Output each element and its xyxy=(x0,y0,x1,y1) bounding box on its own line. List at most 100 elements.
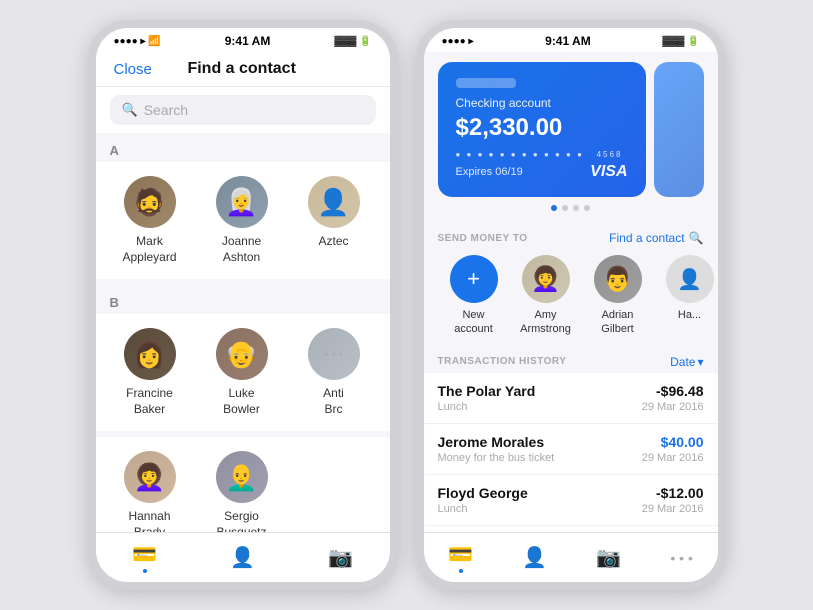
time-left: 9:41 AM xyxy=(225,34,271,48)
more-icon-right: • • • xyxy=(670,550,692,566)
tx-desc-polar: Lunch xyxy=(438,401,468,413)
search-bar-container: 🔍 Search xyxy=(96,87,390,133)
tx-top-row3: Floyd George -$12.00 xyxy=(438,485,704,501)
tx-polar-yard[interactable]: The Polar Yard -$96.48 Lunch 29 Mar 2016 xyxy=(424,373,718,424)
nav-camera-left[interactable]: 📷 xyxy=(316,539,365,576)
avatar-joanne: 👩‍🦳 xyxy=(216,176,268,228)
signal-icons: ●●●● ▸ 📶 xyxy=(114,36,161,47)
recipient-name-amy: AmyArmstrong xyxy=(520,308,571,337)
section-a-grid: 🧔 MarkAppleyard 👩‍🦳 JoanneAshton 👤 Aztec xyxy=(96,162,390,279)
contact-francine-baker[interactable]: 👩 FrancineBaker xyxy=(106,318,194,427)
tx-date-polar: 29 Mar 2016 xyxy=(642,401,704,413)
active-indicator xyxy=(143,569,147,573)
avatar-partial: 👤 xyxy=(666,255,714,303)
search-icon-link: 🔍 xyxy=(689,231,704,245)
page-title: Find a contact xyxy=(187,60,295,78)
checking-card[interactable]: Checking account $2,330.00 ● ● ● ● ● ● ●… xyxy=(438,62,646,197)
new-account-icon: + xyxy=(450,255,498,303)
section-b-grid: 👩 FrancineBaker 👴 LukeBowler ⋯ AntiBrc xyxy=(96,314,390,431)
card-balance: $2,330.00 xyxy=(456,114,628,142)
left-phone: ●●●● ▸ 📶 9:41 AM ▓▓▓ 🔋 Close Find a cont… xyxy=(88,20,398,590)
recipient-partial: 👤 Ha... xyxy=(654,255,718,337)
cards-icon-left: 💳 xyxy=(132,542,157,567)
send-money-header: SEND MONEY TO Find a contact 🔍 xyxy=(424,221,718,251)
avatar-anti: ⋯ xyxy=(308,328,360,380)
tx-name-floyd: Floyd George xyxy=(438,485,528,501)
date-filter[interactable]: Date ▾ xyxy=(670,355,703,369)
tx-desc-jerome: Money for the bus ticket xyxy=(438,452,555,464)
contact-mark-appleyard[interactable]: 🧔 MarkAppleyard xyxy=(106,166,194,275)
battery-left: ▓▓▓ 🔋 xyxy=(334,36,371,47)
right-phone-content: Checking account $2,330.00 ● ● ● ● ● ● ●… xyxy=(424,52,718,582)
avatar-amy: 👩‍🦱 xyxy=(522,255,570,303)
recipient-amy[interactable]: 👩‍🦱 AmyArmstrong xyxy=(510,255,582,337)
find-contact-link[interactable]: Find a contact 🔍 xyxy=(609,231,703,245)
cards-icon-right: 💳 xyxy=(448,542,473,567)
tx-amount-floyd: -$12.00 xyxy=(656,485,703,501)
tx-top-row: The Polar Yard -$96.48 xyxy=(438,383,704,399)
contact-aztec[interactable]: 👤 Aztec xyxy=(290,166,378,275)
contact-anti[interactable]: ⋯ AntiBrc xyxy=(290,318,378,427)
nav-cards-left[interactable]: 💳 xyxy=(120,536,169,579)
search-input[interactable]: Search xyxy=(144,102,188,118)
dot-indicators xyxy=(438,205,704,211)
recipient-adrian[interactable]: 👨 AdrianGilbert xyxy=(582,255,654,337)
avatar-sergio: 👨‍🦲 xyxy=(216,451,268,503)
nav-camera-right[interactable]: 📷 xyxy=(584,539,633,576)
tx-bottom-row: Lunch 29 Mar 2016 xyxy=(438,401,704,413)
avatar-aztec: 👤 xyxy=(308,176,360,228)
recipient-name-adrian: AdrianGilbert xyxy=(601,308,633,337)
visa-logo: VISA xyxy=(590,163,627,181)
status-bar-left: ●●●● ▸ 📶 9:41 AM ▓▓▓ 🔋 xyxy=(96,28,390,52)
dot-3 xyxy=(573,205,579,211)
battery-right: ▓▓▓ 🔋 xyxy=(662,36,699,47)
card-carousel: Checking account $2,330.00 ● ● ● ● ● ● ●… xyxy=(424,52,718,221)
recipient-name-new: Newaccount xyxy=(454,308,493,337)
contact-name-anti: AntiBrc xyxy=(323,386,344,417)
contacts-scroll[interactable]: A 🧔 MarkAppleyard 👩‍🦳 JoanneAshton xyxy=(96,133,390,582)
contact-luke-bowler[interactable]: 👴 LukeBowler xyxy=(198,318,286,427)
nav-cards-right[interactable]: 💳 xyxy=(436,536,485,579)
tx-floyd-george[interactable]: Floyd George -$12.00 Lunch 29 Mar 2016 xyxy=(424,475,718,526)
tx-bottom-row3: Lunch 29 Mar 2016 xyxy=(438,503,704,515)
tx-header: TRANSACTION HISTORY Date ▾ xyxy=(424,347,718,373)
send-money-label: SEND MONEY TO xyxy=(438,233,528,244)
nav-more-right[interactable]: • • • xyxy=(658,544,704,572)
tx-desc-floyd: Lunch xyxy=(438,503,468,515)
tx-name-jerome: Jerome Morales xyxy=(438,434,545,450)
card-bottom: Expires 06/19 VISA xyxy=(456,163,628,181)
nav-contacts-left[interactable]: 👤 xyxy=(218,539,267,576)
avatar-hannah: 👩‍🦱 xyxy=(124,451,176,503)
close-button[interactable]: Close xyxy=(114,61,152,78)
card-account-type: Checking account xyxy=(456,96,628,110)
tx-date-floyd: 29 Mar 2016 xyxy=(642,503,704,515)
tx-amount-polar: -$96.48 xyxy=(656,383,703,399)
dot-4 xyxy=(584,205,590,211)
tx-name-polar: The Polar Yard xyxy=(438,383,536,399)
tx-top-row2: Jerome Morales $40.00 xyxy=(438,434,704,450)
time-right: 9:41 AM xyxy=(545,34,591,48)
dot-2 xyxy=(562,205,568,211)
card-expires: Expires 06/19 xyxy=(456,166,523,178)
contact-name-aztec: Aztec xyxy=(318,234,348,250)
avatar-adrian: 👨 xyxy=(594,255,642,303)
section-b-label: B xyxy=(96,285,390,314)
contacts-icon-left: 👤 xyxy=(230,545,255,570)
nav-contacts-right[interactable]: 👤 xyxy=(510,539,559,576)
bottom-nav-right: 💳 👤 📷 • • • xyxy=(424,532,718,582)
card-number-dots: ● ● ● ● ● ● ● ● ● ● ● ● 4568 xyxy=(456,150,628,159)
search-bar[interactable]: 🔍 Search xyxy=(110,95,376,125)
tx-bottom-row2: Money for the bus ticket 29 Mar 2016 xyxy=(438,452,704,464)
recipient-new-account[interactable]: + Newaccount xyxy=(438,255,510,337)
tx-amount-jerome: $40.00 xyxy=(661,434,704,450)
tx-jerome-morales[interactable]: Jerome Morales $40.00 Money for the bus … xyxy=(424,424,718,475)
second-card-partial xyxy=(654,62,704,197)
contact-name-luke: LukeBowler xyxy=(223,386,260,417)
tx-label: TRANSACTION HISTORY xyxy=(438,356,567,367)
contact-name-francine: FrancineBaker xyxy=(126,386,173,417)
status-bar-right: ●●●● ▸ 9:41 AM ▓▓▓ 🔋 xyxy=(424,28,718,52)
contact-joanne-ashton[interactable]: 👩‍🦳 JoanneAshton xyxy=(198,166,286,275)
camera-icon-left: 📷 xyxy=(328,545,353,570)
dot-1 xyxy=(551,205,557,211)
avatar-luke: 👴 xyxy=(216,328,268,380)
